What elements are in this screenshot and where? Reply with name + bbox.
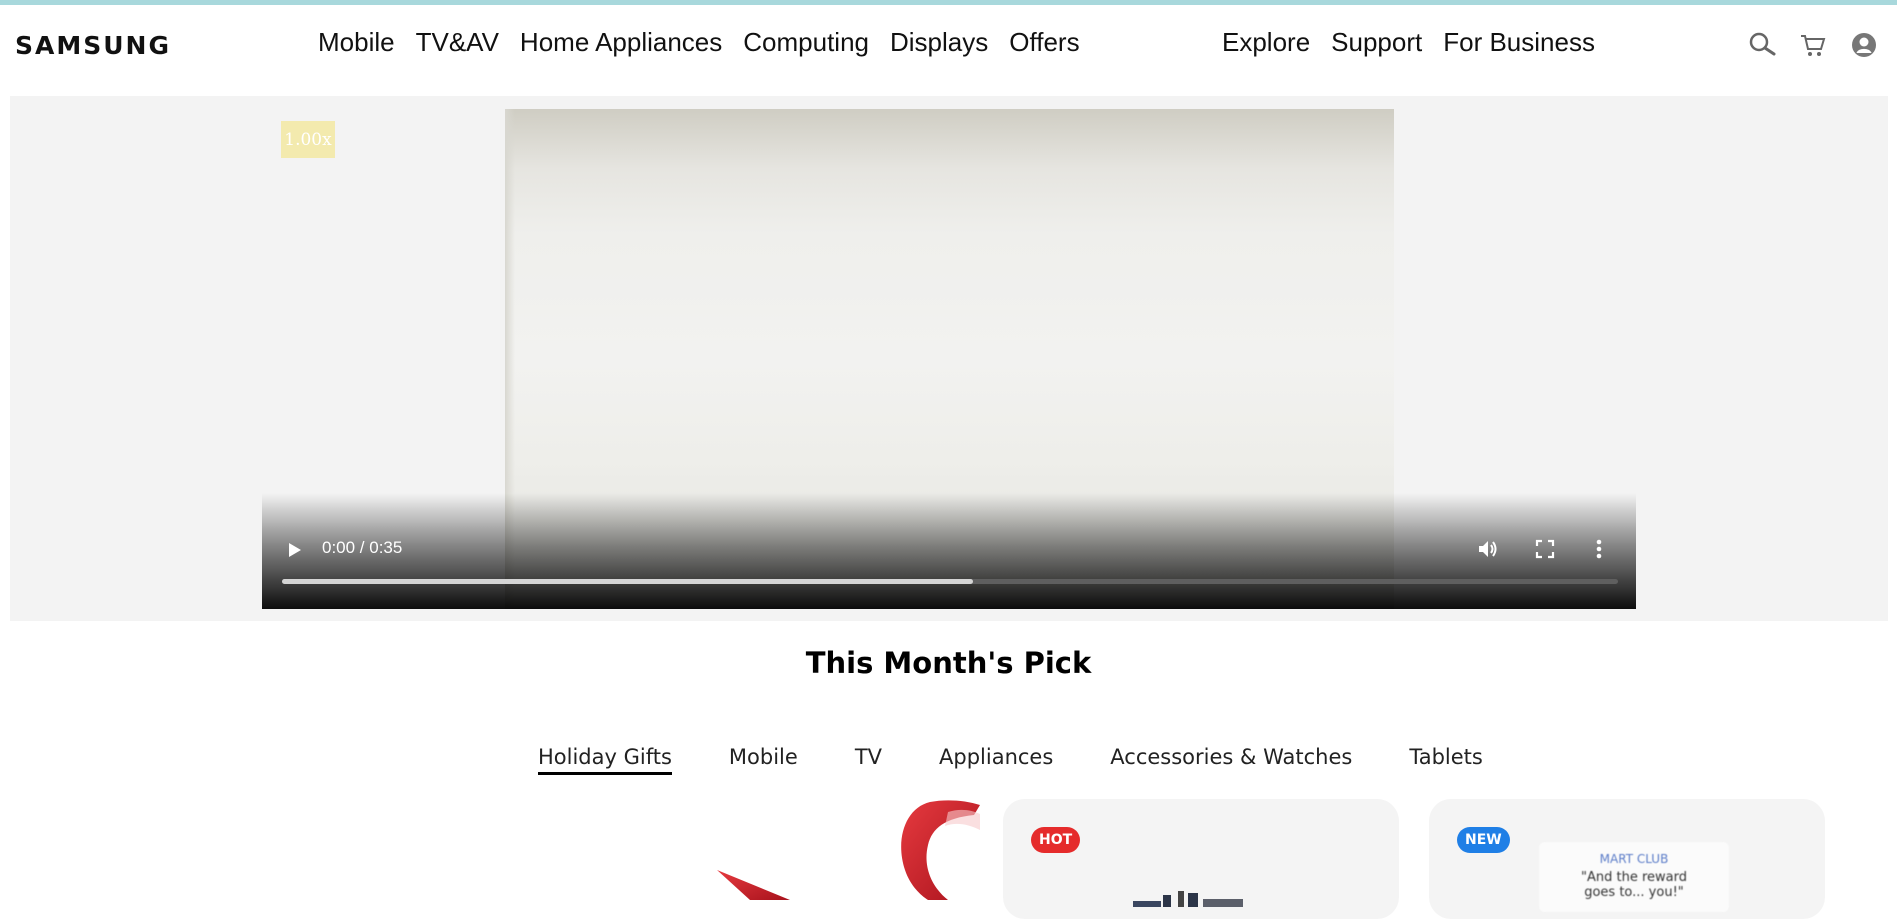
category-tabs: Holiday Gifts Mobile TV Appliances Acces… [538,745,1483,775]
hot-badge: HOT [1031,827,1081,853]
tab-mobile[interactable]: Mobile [729,745,798,775]
cart-icon[interactable] [1799,31,1827,59]
play-icon[interactable] [284,540,304,560]
nav-item-mobile[interactable]: Mobile [318,27,395,58]
tab-tv[interactable]: TV [855,745,882,775]
phones-image [1133,887,1273,907]
promo-club-label: MART CLUB [1599,852,1669,866]
nav-item-for-business[interactable]: For Business [1443,27,1595,58]
video-progress-bar[interactable] [282,579,1618,584]
playback-speed-badge[interactable]: 1.00x [281,121,335,158]
account-icon[interactable] [1850,31,1878,59]
video-player[interactable]: 0:00 / 0:35 [262,109,1636,609]
nav-item-support[interactable]: Support [1331,27,1422,58]
tab-accessories-watches[interactable]: Accessories & Watches [1110,745,1352,775]
promo-quote-line-1: "And the reward [1581,870,1687,885]
secondary-nav: Explore Support For Business [1222,27,1595,58]
video-progress-fill [282,579,973,584]
video-controls-bar [262,493,1636,609]
search-icon[interactable] [1748,31,1776,59]
tab-appliances[interactable]: Appliances [939,745,1053,775]
nav-item-displays[interactable]: Displays [890,27,988,58]
product-card[interactable]: NEW MART CLUB "And the reward goes to...… [1429,799,1825,919]
header-utility-icons [1748,31,1878,59]
smart-club-promo-image: MART CLUB "And the reward goes to... you… [1539,842,1729,912]
nav-item-computing[interactable]: Computing [743,27,869,58]
site-header: SAMSUNG Mobile TV&AV Home Appliances Com… [0,5,1897,95]
nav-item-offers[interactable]: Offers [1009,27,1079,58]
more-options-icon[interactable] [1595,537,1603,566]
tab-holiday-gifts[interactable]: Holiday Gifts [538,745,672,775]
nav-item-home-appliances[interactable]: Home Appliances [520,27,722,58]
section-title: This Month's Pick [805,646,1092,680]
volume-icon[interactable] [1476,537,1500,566]
gift-ribbon-image [690,800,980,900]
fullscreen-icon[interactable] [1535,539,1555,564]
promo-quote-line-2: goes to... you!" [1584,885,1684,900]
new-badge: NEW [1457,827,1510,853]
tab-tablets[interactable]: Tablets [1409,745,1482,775]
samsung-logo[interactable]: SAMSUNG [15,31,171,60]
product-card[interactable]: HOT [1003,799,1399,919]
nav-item-explore[interactable]: Explore [1222,27,1310,58]
video-time: 0:00 / 0:35 [322,538,403,557]
primary-nav: Mobile TV&AV Home Appliances Computing D… [318,27,1080,58]
nav-item-tv-av[interactable]: TV&AV [416,27,499,58]
